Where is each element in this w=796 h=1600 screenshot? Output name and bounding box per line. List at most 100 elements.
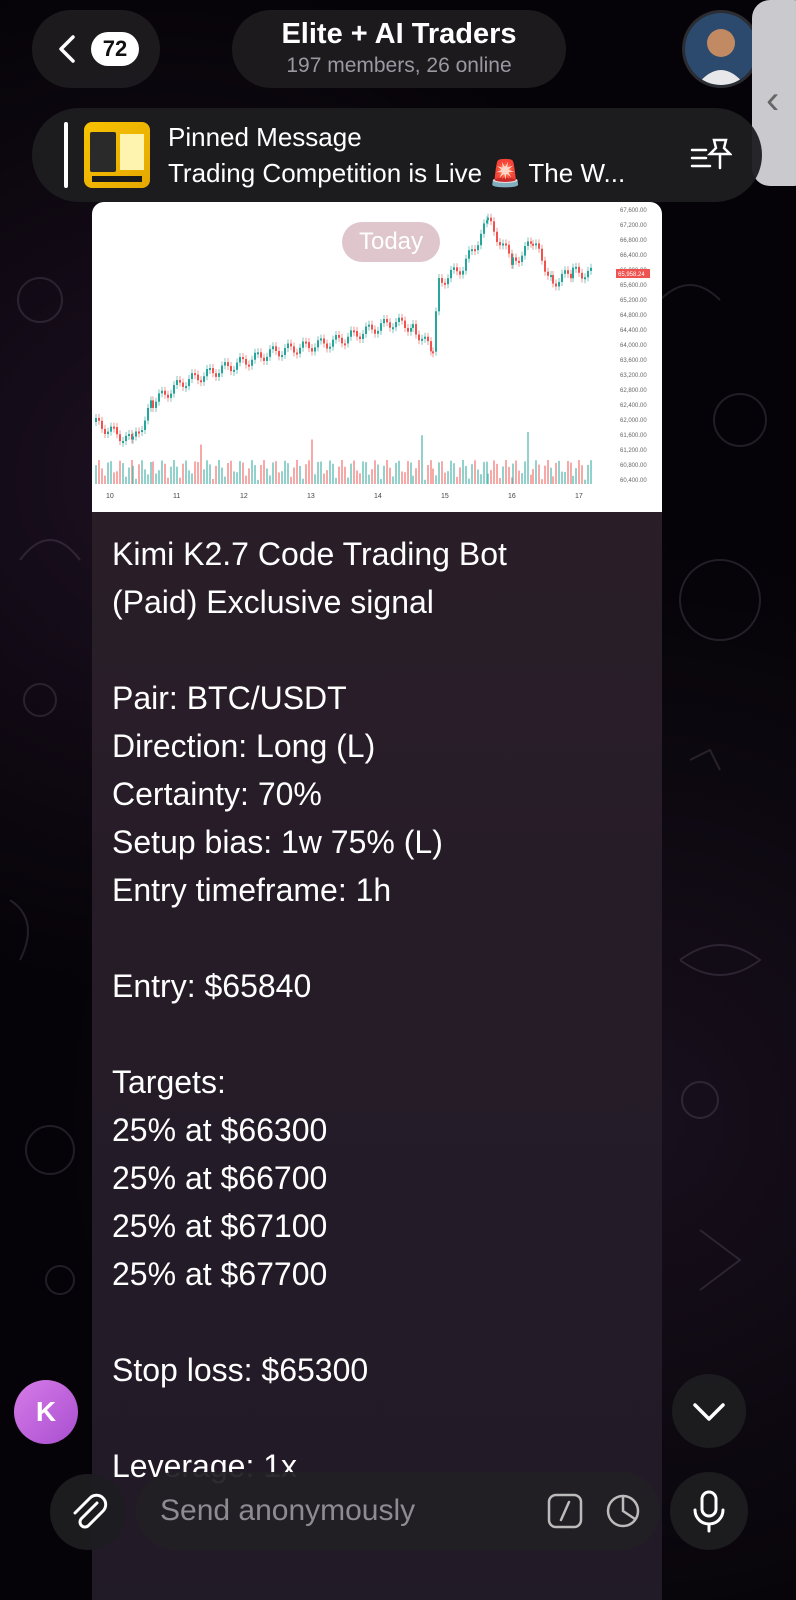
volume-bar — [293, 467, 295, 484]
candle-body — [317, 340, 319, 348]
volume-bar — [547, 460, 549, 484]
volume-bar — [392, 476, 394, 484]
price-tick-label: 65,600.00 — [620, 283, 647, 289]
candle-body — [245, 358, 247, 365]
price-tick-label: 64,400.00 — [620, 328, 647, 334]
message-line: 25% at $66300 — [112, 1112, 328, 1148]
candle-body — [505, 243, 507, 246]
volume-bar — [260, 465, 262, 484]
candle-body — [415, 324, 417, 335]
candle-body — [480, 233, 482, 246]
volume-bar — [101, 468, 103, 484]
volume-bar — [272, 462, 274, 484]
volume-bar — [323, 473, 325, 484]
volume-bar — [438, 462, 440, 484]
candle-body — [356, 330, 358, 337]
command-icon[interactable] — [546, 1492, 584, 1530]
volume-bar — [200, 444, 202, 484]
price-tick-label: 62,000.00 — [620, 418, 647, 424]
volume-bar — [194, 461, 196, 484]
volume-bar — [527, 432, 529, 484]
volume-bar — [432, 468, 434, 484]
volume-bar — [350, 463, 352, 484]
message-input[interactable] — [160, 1472, 520, 1550]
candle-body — [496, 231, 498, 243]
candle-body — [320, 338, 322, 341]
candle-body — [125, 435, 127, 442]
volume-bar — [374, 460, 376, 484]
volume-bar — [407, 461, 409, 484]
volume-bar — [447, 471, 449, 484]
pinned-message-bar[interactable]: Pinned Message Trading Competition is Li… — [32, 108, 762, 202]
timer-icon[interactable] — [604, 1492, 642, 1530]
candle-body — [197, 374, 199, 381]
sender-avatar[interactable]: K — [14, 1380, 78, 1444]
back-button[interactable]: 72 — [32, 10, 160, 88]
volume-bar — [152, 461, 154, 484]
volume-bar — [572, 475, 574, 484]
candle-body — [521, 255, 523, 262]
volume-bar — [544, 465, 546, 484]
candle-body — [314, 347, 316, 352]
message-line: 25% at $67700 — [112, 1256, 328, 1292]
candle-body — [287, 343, 289, 349]
attach-button[interactable] — [50, 1474, 126, 1550]
volume-bar — [233, 471, 235, 484]
candle-body — [236, 362, 238, 370]
candle-body — [218, 373, 220, 377]
volume-bar — [206, 460, 208, 484]
candle-body — [424, 336, 426, 339]
price-tick-label: 63,200.00 — [620, 373, 647, 379]
scroll-down-button[interactable] — [672, 1374, 746, 1448]
candle-body — [421, 338, 423, 341]
candle-body — [155, 401, 157, 408]
message-bubble[interactable]: 67,600.0067,200.0066,800.0066,400.0066,0… — [92, 202, 662, 1600]
candle-body — [173, 384, 175, 394]
volume-bar — [302, 478, 304, 484]
chat-title-button[interactable]: Elite + AI Traders 197 members, 26 onlin… — [232, 10, 566, 88]
volume-bar — [499, 478, 501, 484]
group-avatar[interactable] — [682, 10, 760, 88]
price-tick-label: 63,600.00 — [620, 358, 647, 364]
volume-bar — [353, 460, 355, 484]
candle-body — [344, 343, 346, 346]
volume-bar — [284, 460, 286, 484]
candle-body — [570, 273, 572, 279]
candle-body — [329, 346, 331, 349]
volume-bar — [496, 463, 498, 484]
message-composer[interactable] — [136, 1472, 660, 1550]
volume-bar — [170, 466, 172, 484]
volume-bar — [508, 466, 510, 484]
volume-bar — [257, 479, 259, 484]
volume-bar — [471, 464, 473, 484]
volume-bar — [468, 478, 470, 484]
candle-body — [347, 336, 349, 344]
chart-image[interactable]: 67,600.0067,200.0066,800.0066,400.0066,0… — [92, 202, 662, 512]
pinned-list-icon[interactable] — [690, 136, 732, 172]
candle-body — [182, 382, 184, 387]
volume-bar — [296, 460, 298, 484]
price-tick-label: 61,600.00 — [620, 433, 647, 439]
candle-body — [338, 335, 340, 338]
volume-bar — [521, 473, 523, 484]
volume-bar — [465, 466, 467, 484]
chevron-down-icon — [693, 1403, 725, 1421]
microphone-button[interactable] — [670, 1472, 748, 1550]
candle-body — [113, 426, 115, 429]
price-tick-label: 64,000.00 — [620, 343, 647, 349]
candle-body — [404, 320, 406, 329]
volume-bar — [555, 462, 557, 484]
candle-body — [302, 341, 304, 348]
candle-body — [453, 267, 455, 270]
volume-bar — [95, 465, 97, 484]
candle-body — [135, 431, 137, 437]
volume-bar — [179, 477, 181, 484]
candle-body — [447, 278, 449, 285]
candle-body — [572, 267, 574, 279]
candle-body — [132, 436, 134, 440]
message-line: Entry timeframe: 1h — [112, 872, 392, 908]
candle-body — [575, 266, 577, 269]
volume-bar — [182, 463, 184, 484]
volume-bar — [356, 470, 358, 484]
volume-bar — [564, 472, 566, 484]
